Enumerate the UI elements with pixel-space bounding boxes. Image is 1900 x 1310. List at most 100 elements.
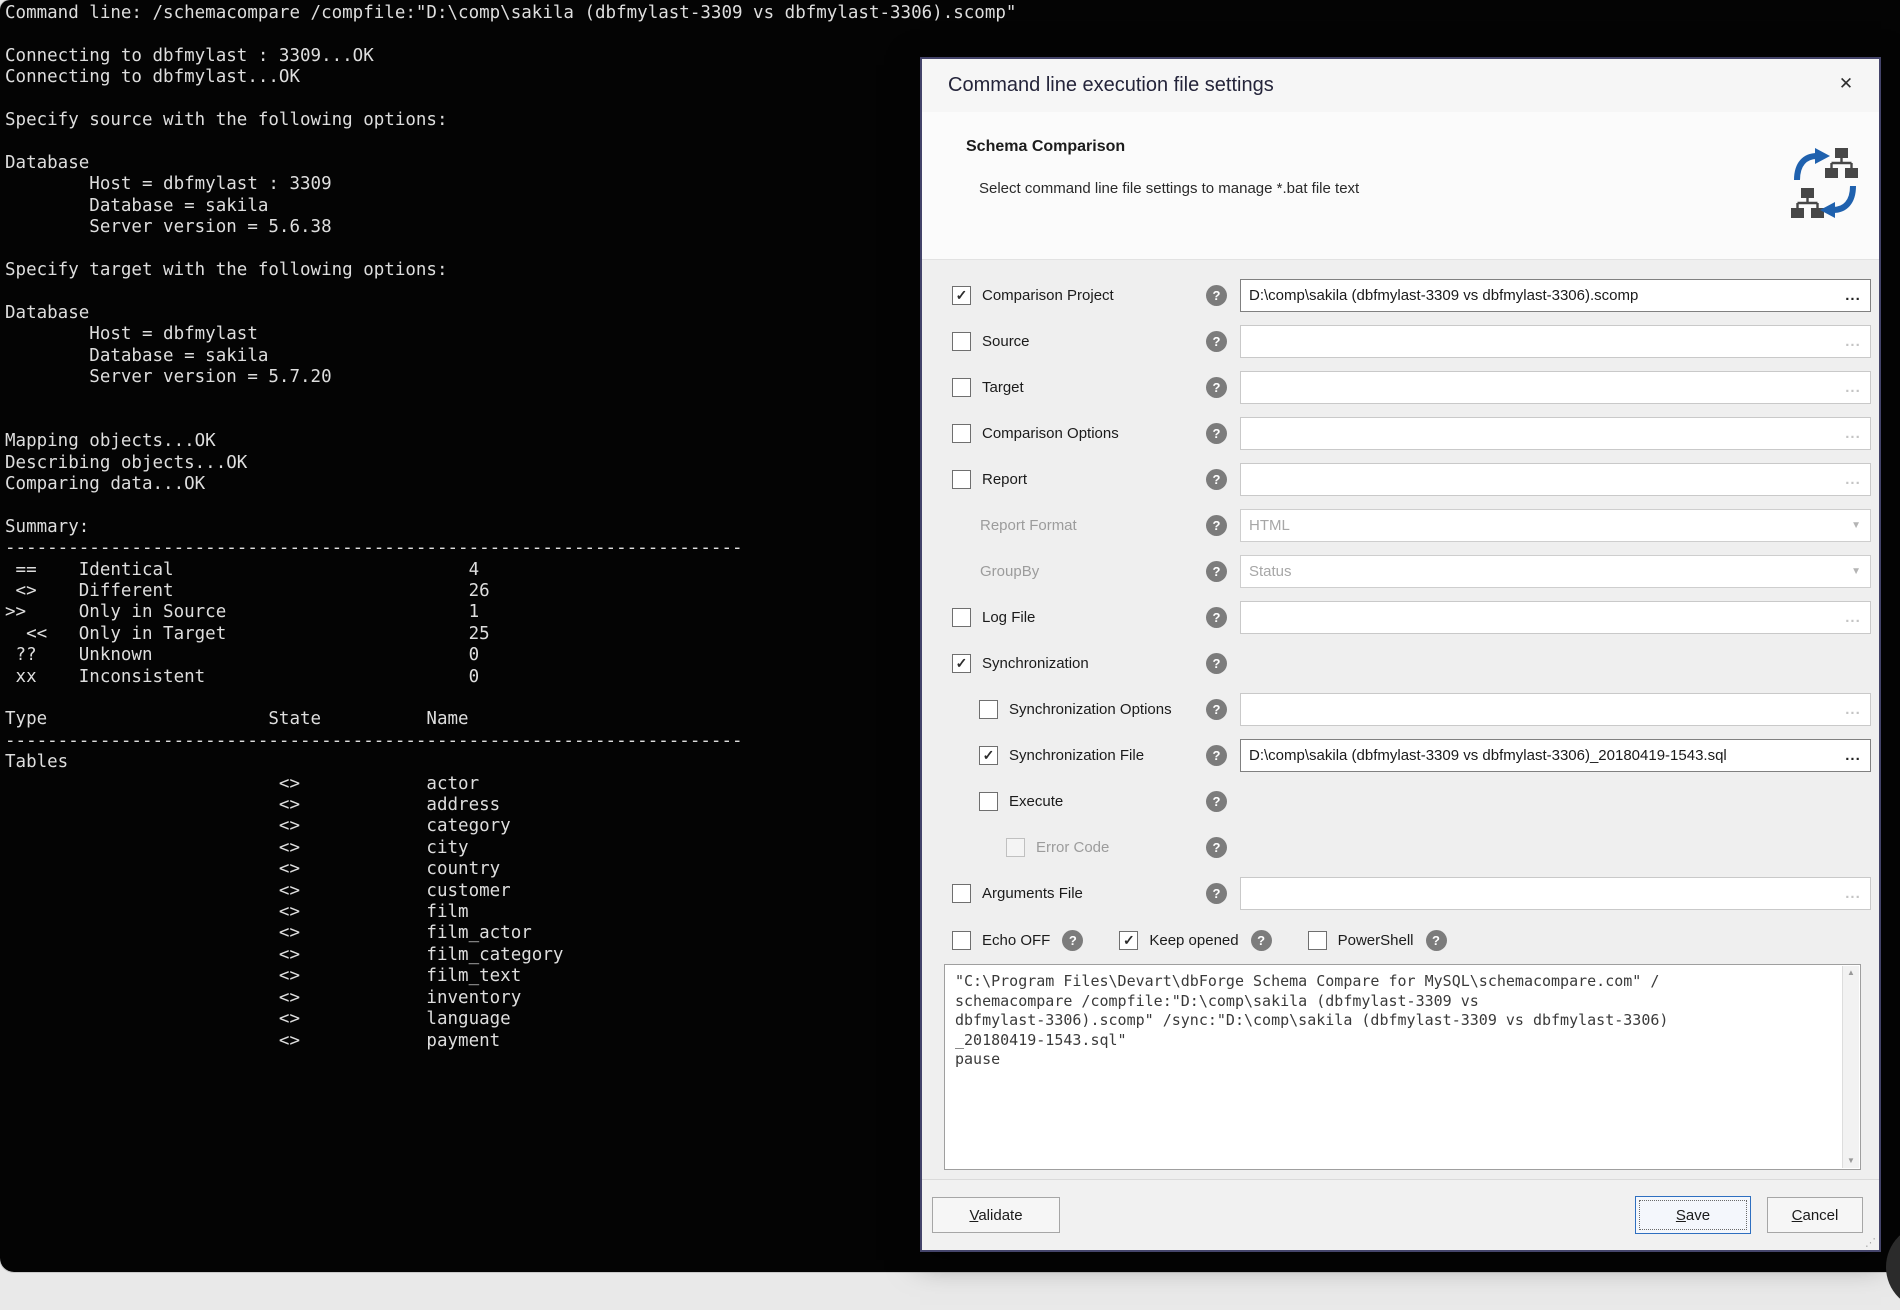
report-format-value: HTML: [1249, 517, 1290, 534]
scrollbar[interactable]: ▲ ▼: [1842, 966, 1859, 1168]
groupby-label: GroupBy: [980, 563, 1039, 580]
scroll-up-icon[interactable]: ▲: [1847, 969, 1855, 977]
close-icon[interactable]: ✕: [1833, 71, 1859, 97]
execute-checkbox[interactable]: ✓: [979, 792, 998, 811]
save-button[interactable]: Save: [1635, 1196, 1751, 1234]
echo-off-label: Echo OFF: [982, 932, 1050, 949]
report-checkbox[interactable]: ✓: [952, 470, 971, 489]
banner-subtitle: Select command line file settings to man…: [979, 180, 1879, 197]
powershell-option: ✓ PowerShell ?: [1308, 930, 1447, 951]
row-report: ✓ Report ? ...: [922, 456, 1879, 502]
help-icon[interactable]: ?: [1206, 377, 1227, 398]
help-icon[interactable]: ?: [1206, 423, 1227, 444]
row-synchronization-options: ✓ Synchronization Options ? ...: [922, 686, 1879, 732]
arguments-file-checkbox[interactable]: ✓: [952, 884, 971, 903]
comparison-project-label: Comparison Project: [982, 287, 1114, 304]
comparison-project-checkbox[interactable]: ✓: [952, 286, 971, 305]
synchronization-label: Synchronization: [982, 655, 1089, 672]
comparison-project-input[interactable]: [1240, 279, 1871, 312]
help-icon[interactable]: ?: [1206, 791, 1227, 812]
help-icon[interactable]: ?: [1206, 561, 1227, 582]
dialog-banner: Schema Comparison Select command line fi…: [922, 112, 1879, 260]
help-icon[interactable]: ?: [1251, 930, 1272, 951]
row-target: ✓ Target ? ...: [922, 364, 1879, 410]
row-error-code: ✓ Error Code ?: [922, 824, 1879, 870]
synchronization-options-checkbox[interactable]: ✓: [979, 700, 998, 719]
browse-button: ...: [1837, 695, 1869, 724]
execute-label: Execute: [1009, 793, 1063, 810]
bat-options-row: ✓ Echo OFF ? ✓ Keep opened ? ✓ PowerShel…: [952, 922, 1879, 958]
browse-button[interactable]: ...: [1837, 281, 1869, 310]
browse-button[interactable]: ...: [1837, 741, 1869, 770]
source-label: Source: [982, 333, 1030, 350]
echo-off-checkbox[interactable]: ✓: [952, 931, 971, 950]
checkmark-icon: ✓: [1123, 933, 1135, 947]
error-code-label: Error Code: [1036, 839, 1109, 856]
comparison-options-checkbox[interactable]: ✓: [952, 424, 971, 443]
comparison-options-input: [1240, 417, 1871, 450]
help-icon[interactable]: ?: [1206, 883, 1227, 904]
synchronization-checkbox[interactable]: ✓: [952, 654, 971, 673]
row-groupby: GroupBy ? Status ▼: [922, 548, 1879, 594]
help-icon[interactable]: ?: [1206, 607, 1227, 628]
chevron-down-icon: ▼: [1851, 566, 1861, 577]
row-report-format: Report Format ? HTML ▼: [922, 502, 1879, 548]
cancel-button-label: Cancel: [1792, 1207, 1839, 1224]
keep-opened-option: ✓ Keep opened ?: [1119, 930, 1271, 951]
help-icon[interactable]: ?: [1206, 515, 1227, 536]
command-line-settings-dialog: Command line execution file settings ✕ S…: [920, 57, 1881, 1252]
report-input: [1240, 463, 1871, 496]
browse-button: ...: [1837, 465, 1869, 494]
target-checkbox[interactable]: ✓: [952, 378, 971, 397]
target-input: [1240, 371, 1871, 404]
keep-opened-label: Keep opened: [1149, 932, 1238, 949]
report-label: Report: [982, 471, 1027, 488]
browse-button: ...: [1837, 879, 1869, 908]
resize-grip-icon[interactable]: ⋰: [1865, 1236, 1876, 1249]
checkmark-icon: ✓: [956, 656, 968, 670]
powershell-label: PowerShell: [1338, 932, 1414, 949]
help-icon[interactable]: ?: [1206, 653, 1227, 674]
log-file-input: [1240, 601, 1871, 634]
row-synchronization: ✓ Synchronization ?: [922, 640, 1879, 686]
scroll-down-icon[interactable]: ▼: [1847, 1157, 1855, 1165]
source-checkbox[interactable]: ✓: [952, 332, 971, 351]
report-format-select: HTML ▼: [1240, 509, 1871, 542]
groupby-value: Status: [1249, 563, 1292, 580]
echo-off-option: ✓ Echo OFF ?: [952, 930, 1083, 951]
synchronization-file-checkbox[interactable]: ✓: [979, 746, 998, 765]
row-comparison-project: ✓ Comparison Project ? ...: [922, 272, 1879, 318]
help-icon[interactable]: ?: [1206, 285, 1227, 306]
bat-file-text[interactable]: "C:\Program Files\Devart\dbForge Schema …: [945, 965, 1860, 1070]
browse-button: ...: [1837, 603, 1869, 632]
row-arguments-file: ✓ Arguments File ? ...: [922, 870, 1879, 916]
report-format-label: Report Format: [980, 517, 1077, 534]
browse-button: ...: [1837, 327, 1869, 356]
help-icon[interactable]: ?: [1206, 469, 1227, 490]
help-icon[interactable]: ?: [1426, 930, 1447, 951]
dialog-titlebar[interactable]: Command line execution file settings ✕: [922, 59, 1879, 112]
row-synchronization-file: ✓ Synchronization File ? ...: [922, 732, 1879, 778]
arguments-file-input: [1240, 877, 1871, 910]
help-icon[interactable]: ?: [1206, 745, 1227, 766]
help-icon[interactable]: ?: [1206, 331, 1227, 352]
help-icon[interactable]: ?: [1206, 837, 1227, 858]
chevron-down-icon: ▼: [1851, 520, 1861, 531]
powershell-checkbox[interactable]: ✓: [1308, 931, 1327, 950]
row-source: ✓ Source ? ...: [922, 318, 1879, 364]
row-execute: ✓ Execute ?: [922, 778, 1879, 824]
help-icon[interactable]: ?: [1206, 699, 1227, 720]
schema-comparison-icon: [1789, 144, 1861, 222]
keep-opened-checkbox[interactable]: ✓: [1119, 931, 1138, 950]
row-comparison-options: ✓ Comparison Options ? ...: [922, 410, 1879, 456]
source-input: [1240, 325, 1871, 358]
target-label: Target: [982, 379, 1024, 396]
synchronization-file-label: Synchronization File: [1009, 747, 1144, 764]
synchronization-file-input[interactable]: [1240, 739, 1871, 772]
log-file-checkbox[interactable]: ✓: [952, 608, 971, 627]
cancel-button[interactable]: Cancel: [1767, 1197, 1863, 1233]
bat-file-text-editor[interactable]: "C:\Program Files\Devart\dbForge Schema …: [944, 964, 1861, 1170]
validate-button[interactable]: Validate: [932, 1197, 1060, 1233]
dialog-footer: Validate Save Cancel ⋰: [922, 1179, 1879, 1250]
help-icon[interactable]: ?: [1062, 930, 1083, 951]
